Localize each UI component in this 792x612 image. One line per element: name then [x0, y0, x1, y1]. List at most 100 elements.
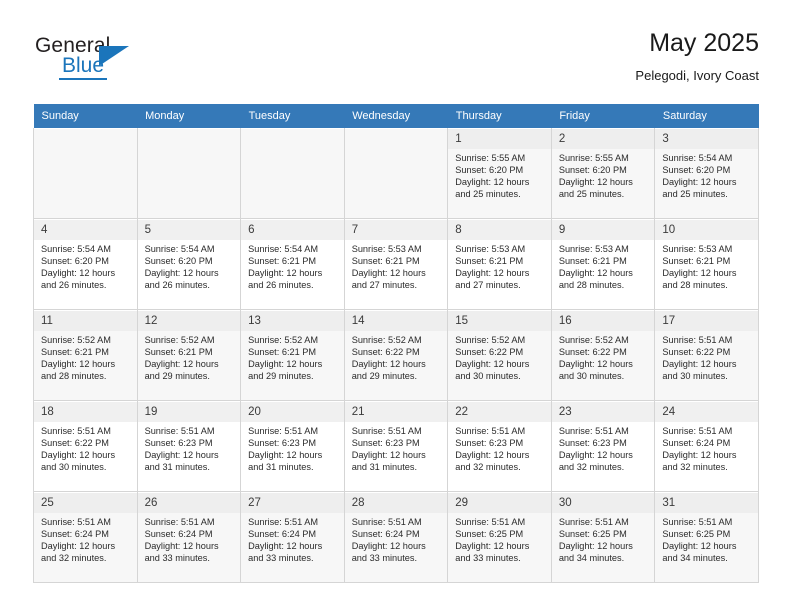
- day-sunset-line: Sunset: 6:22 PM: [351, 347, 420, 358]
- calendar-day-cell[interactable]: 29 Sunrise: 5:51 AM Sunset: 6:25 PM Dayligh…: [447, 492, 552, 583]
- day-daylight-line: Daylight: 12 hours: [41, 450, 116, 461]
- day-daylight-line: Daylight: 12 hours: [455, 450, 530, 461]
- day-daylight-line: Daylight: 12 hours: [558, 359, 633, 370]
- calendar-day-cell[interactable]: [136, 128, 242, 220]
- day-daylight-line: and 30 minutes.: [41, 462, 107, 473]
- brand-name-blue: Blue: [62, 54, 105, 77]
- calendar-day-cell[interactable]: 30 Sunrise: 5:51 AM Sunset: 6:25 PM Dayligh…: [550, 492, 656, 583]
- page-subtitle: Pelegodi, Ivory Coast: [635, 68, 759, 83]
- calendar-day-cell[interactable]: 7 Sunrise: 5:53 AM Sunset: 6:21 PM Daylight…: [343, 219, 449, 311]
- calendar-day-cell[interactable]: 17 Sunrise: 5:51 AM Sunset: 6:22 PM Dayligh…: [654, 310, 759, 402]
- day-daylight-line: and 33 minutes.: [144, 553, 210, 564]
- calendar-day-cell[interactable]: 21 Sunrise: 5:51 AM Sunset: 6:23 PM Dayligh…: [343, 401, 449, 493]
- day-daylight-line: Daylight: 12 hours: [41, 268, 116, 279]
- day-sunrise-line: Sunrise: 5:51 AM: [558, 517, 629, 527]
- cell-divider: [655, 400, 758, 401]
- day-sun-info: Sunrise: 5:53 AM Sunset: 6:21 PM Daylight:…: [345, 240, 448, 291]
- calendar-day-cell[interactable]: 16 Sunrise: 5:52 AM Sunset: 6:22 PM Dayligh…: [550, 310, 656, 402]
- weekday-header-wednesday: Wednesday: [344, 104, 448, 129]
- day-sun-info: Sunrise: 5:52 AM Sunset: 6:21 PM Daylight:…: [241, 331, 344, 382]
- calendar-day-cell[interactable]: 9 Sunrise: 5:53 AM Sunset: 6:21 PM Daylight…: [550, 219, 656, 311]
- calendar-day-cell[interactable]: 5 Sunrise: 5:54 AM Sunset: 6:20 PM Daylight…: [136, 219, 242, 311]
- calendar-day-cell[interactable]: 10 Sunrise: 5:53 AM Sunset: 6:21 PM Dayligh…: [654, 219, 759, 311]
- day-sunrise-line: Sunrise: 5:51 AM: [41, 426, 111, 436]
- calendar-day-cell-content: 29 Sunrise: 5:51 AM Sunset: 6:25 PM Dayligh…: [448, 493, 551, 583]
- calendar-day-cell[interactable]: 4 Sunrise: 5:54 AM Sunset: 6:20 PM Daylight…: [33, 219, 138, 311]
- day-sunset-line: Sunset: 6:25 PM: [455, 529, 524, 540]
- calendar-week-row: 1 Sunrise: 5:55 AM Sunset: 6:20 PM Daylight…: [33, 128, 759, 220]
- day-daylight-line: Daylight: 12 hours: [558, 177, 633, 188]
- day-daylight-line: and 27 minutes.: [455, 280, 521, 291]
- day-number: 17: [655, 311, 758, 331]
- day-sun-info: Sunrise: 5:51 AM Sunset: 6:24 PM Daylight:…: [138, 513, 241, 564]
- day-sunset-line: Sunset: 6:21 PM: [662, 256, 731, 267]
- calendar-day-cell[interactable]: 25 Sunrise: 5:51 AM Sunset: 6:24 PM Dayligh…: [33, 492, 138, 583]
- brand-logo[interactable]: General Blue: [33, 34, 233, 90]
- day-daylight-line: and 27 minutes.: [351, 280, 418, 291]
- calendar-day-cell[interactable]: [240, 128, 345, 220]
- calendar-day-cell[interactable]: 11 Sunrise: 5:52 AM Sunset: 6:21 PM Dayligh…: [33, 310, 138, 402]
- calendar-day-cell[interactable]: 26 Sunrise: 5:51 AM Sunset: 6:24 PM Dayligh…: [136, 492, 242, 583]
- day-sun-info: Sunrise: 5:55 AM Sunset: 6:20 PM Daylight:…: [552, 149, 655, 200]
- day-daylight-line: and 32 minutes.: [455, 462, 521, 473]
- day-number: 14: [344, 311, 448, 331]
- calendar-day-cell[interactable]: 12 Sunrise: 5:52 AM Sunset: 6:21 PM Dayligh…: [136, 310, 242, 402]
- calendar-day-cell[interactable]: 13 Sunrise: 5:52 AM Sunset: 6:21 PM Dayligh…: [240, 310, 345, 402]
- day-sunrise-line: Sunrise: 5:54 AM: [41, 244, 111, 254]
- calendar-day-cell[interactable]: 3 Sunrise: 5:54 AM Sunset: 6:20 PM Daylight…: [654, 128, 759, 220]
- day-daylight-line: Daylight: 12 hours: [662, 359, 737, 370]
- day-sun-info: Sunrise: 5:53 AM Sunset: 6:21 PM Daylight:…: [448, 240, 551, 291]
- day-daylight-line: Daylight: 12 hours: [662, 541, 737, 552]
- day-sunset-line: Sunset: 6:23 PM: [351, 438, 420, 449]
- calendar-day-cell[interactable]: 24 Sunrise: 5:51 AM Sunset: 6:24 PM Dayligh…: [654, 401, 759, 493]
- calendar-day-cell[interactable]: 18 Sunrise: 5:51 AM Sunset: 6:22 PM Dayligh…: [33, 401, 138, 493]
- masthead: General Blue May 2025 Pelegodi, Ivory Co…: [33, 28, 759, 98]
- day-sunrise-line: Sunrise: 5:51 AM: [662, 335, 733, 345]
- day-daylight-line: and 31 minutes.: [351, 462, 418, 473]
- day-sunset-line: Sunset: 6:20 PM: [144, 256, 213, 267]
- day-daylight-line: Daylight: 12 hours: [455, 268, 530, 279]
- weekday-header-saturday: Saturday: [654, 104, 759, 129]
- cell-divider: [448, 491, 551, 492]
- day-sunrise-line: Sunrise: 5:51 AM: [351, 517, 422, 527]
- day-number: 31: [655, 493, 758, 513]
- calendar-day-cell[interactable]: 20 Sunrise: 5:51 AM Sunset: 6:23 PM Dayligh…: [240, 401, 345, 493]
- calendar-day-cell[interactable]: 28 Sunrise: 5:51 AM Sunset: 6:24 PM Dayligh…: [343, 492, 449, 583]
- calendar-day-cell[interactable]: 8 Sunrise: 5:53 AM Sunset: 6:21 PM Daylight…: [447, 219, 552, 311]
- cell-divider: [241, 309, 344, 310]
- calendar-day-cell[interactable]: 2 Sunrise: 5:55 AM Sunset: 6:20 PM Daylight…: [550, 128, 656, 220]
- cell-divider: [241, 582, 344, 583]
- calendar-day-cell[interactable]: 6 Sunrise: 5:54 AM Sunset: 6:21 PM Daylight…: [240, 219, 345, 311]
- calendar-day-cell[interactable]: 1 Sunrise: 5:55 AM Sunset: 6:20 PM Daylight…: [447, 128, 552, 220]
- cell-divider: [34, 309, 137, 310]
- calendar-day-cell-content: 11 Sunrise: 5:52 AM Sunset: 6:21 PM Dayligh…: [34, 311, 137, 401]
- calendar-day-cell-content: 27 Sunrise: 5:51 AM Sunset: 6:24 PM Dayligh…: [241, 493, 344, 583]
- day-sunrise-line: Sunrise: 5:52 AM: [351, 335, 422, 345]
- day-number: 5: [137, 220, 241, 240]
- cell-divider: [448, 309, 551, 310]
- calendar-day-cell[interactable]: 15 Sunrise: 5:52 AM Sunset: 6:22 PM Dayligh…: [447, 310, 552, 402]
- day-sun-info: Sunrise: 5:55 AM Sunset: 6:20 PM Daylight:…: [448, 149, 551, 200]
- day-daylight-line: and 33 minutes.: [351, 553, 418, 564]
- calendar-day-cell[interactable]: 31 Sunrise: 5:51 AM Sunset: 6:25 PM Dayligh…: [654, 492, 759, 583]
- day-number: 21: [344, 402, 448, 422]
- day-daylight-line: and 29 minutes.: [144, 371, 210, 382]
- calendar-day-cell[interactable]: [343, 128, 449, 220]
- calendar-day-cell[interactable]: 23 Sunrise: 5:51 AM Sunset: 6:23 PM Dayligh…: [550, 401, 656, 493]
- calendar-day-cell[interactable]: [33, 128, 138, 220]
- calendar-day-cell[interactable]: 19 Sunrise: 5:51 AM Sunset: 6:23 PM Dayligh…: [136, 401, 242, 493]
- calendar-day-cell[interactable]: 27 Sunrise: 5:51 AM Sunset: 6:24 PM Dayligh…: [240, 492, 345, 583]
- calendar-day-cell[interactable]: 22 Sunrise: 5:51 AM Sunset: 6:23 PM Dayligh…: [447, 401, 552, 493]
- cell-divider: [655, 218, 758, 219]
- calendar-day-cell-content: 31 Sunrise: 5:51 AM Sunset: 6:25 PM Dayligh…: [655, 493, 758, 583]
- day-sunrise-line: Sunrise: 5:52 AM: [558, 335, 629, 345]
- calendar-day-cell-content: 18 Sunrise: 5:51 AM Sunset: 6:22 PM Dayligh…: [34, 402, 137, 492]
- day-sun-info: Sunrise: 5:52 AM Sunset: 6:22 PM Daylight:…: [448, 331, 551, 382]
- calendar-day-cell-content: 25 Sunrise: 5:51 AM Sunset: 6:24 PM Dayligh…: [34, 493, 137, 583]
- calendar-day-cell[interactable]: 14 Sunrise: 5:52 AM Sunset: 6:22 PM Dayligh…: [343, 310, 449, 402]
- day-number: 4: [34, 220, 137, 240]
- day-daylight-line: and 26 minutes.: [41, 280, 107, 291]
- day-sunset-line: Sunset: 6:20 PM: [662, 165, 731, 176]
- day-sunset-line: Sunset: 6:24 PM: [248, 529, 317, 540]
- day-number: 19: [137, 402, 241, 422]
